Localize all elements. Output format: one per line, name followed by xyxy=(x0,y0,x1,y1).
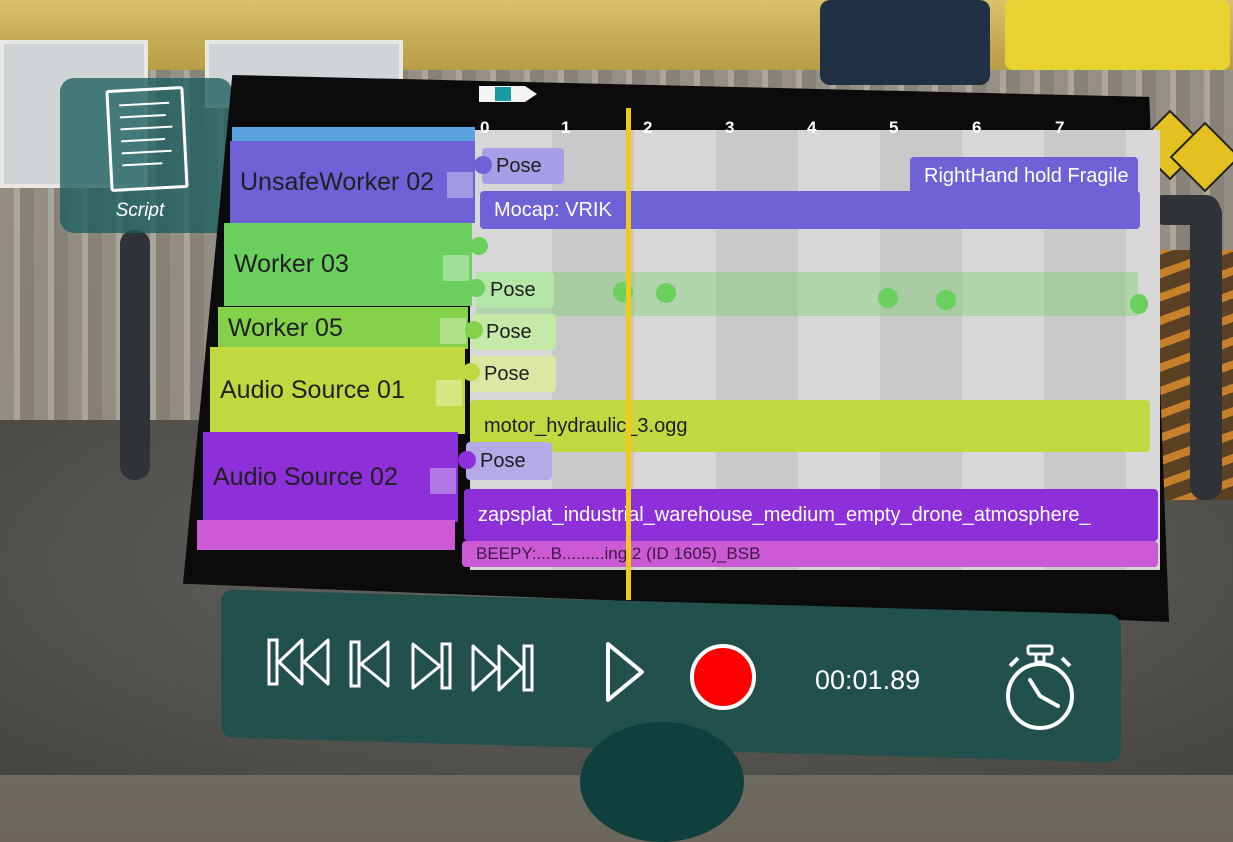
track-label-unsafeworker02[interactable]: UnsafeWorker 02 xyxy=(230,141,475,223)
worker03-pose-track[interactable] xyxy=(476,272,1138,316)
ruler-tick: 0 xyxy=(480,118,490,137)
track-handle[interactable] xyxy=(443,255,469,281)
audio-clip[interactable]: motor_hydraulic_3.ogg xyxy=(470,400,1150,452)
stopwatch-button[interactable] xyxy=(1002,644,1078,736)
skip-to-end-icon xyxy=(471,644,534,692)
barrel xyxy=(1005,0,1230,70)
keyframe[interactable] xyxy=(936,290,956,310)
ruler-tick: 6 xyxy=(972,118,982,137)
keyframe[interactable] xyxy=(474,156,492,174)
record-button[interactable] xyxy=(689,643,757,711)
track-label-partial[interactable] xyxy=(197,520,455,550)
record-icon xyxy=(690,644,756,710)
ruler-tick: 3 xyxy=(725,118,735,137)
ruler-tick: 7 xyxy=(1055,118,1065,137)
track-label-audiosource01[interactable]: Audio Source 01 xyxy=(210,347,465,434)
track-handle[interactable] xyxy=(436,380,462,406)
barrel xyxy=(820,0,990,85)
track-label-worker05[interactable]: Worker 05 xyxy=(218,307,468,349)
track-label-partial[interactable] xyxy=(232,127,475,141)
keyframe[interactable] xyxy=(878,288,898,308)
ruler-tick: 4 xyxy=(807,118,817,137)
playback-time: 00:01.89 xyxy=(815,665,921,695)
stopwatch-icon xyxy=(1006,644,1074,730)
pose-clip[interactable]: Pose xyxy=(470,356,556,392)
track-label-worker03[interactable]: Worker 03 xyxy=(224,223,472,306)
audio-clip[interactable]: BEEPY:...B.........ing 2 (ID 1605)_BSB xyxy=(462,541,1158,567)
track-handle[interactable] xyxy=(430,468,456,494)
script-icon xyxy=(105,86,189,192)
keyframe[interactable] xyxy=(458,451,476,469)
keyframe[interactable] xyxy=(1130,294,1148,314)
pose-clip[interactable]: Pose xyxy=(482,148,564,184)
hand-menu-dome xyxy=(580,722,744,842)
ruler-tick: 1 xyxy=(561,118,571,137)
righthand-clip[interactable]: RightHand hold Fragile xyxy=(910,157,1138,195)
audio-clip[interactable]: zapsplat_industrial_warehouse_medium_emp… xyxy=(464,489,1158,541)
timeline-scroll-handle[interactable] xyxy=(477,84,539,104)
playhead[interactable] xyxy=(626,108,631,600)
script-button[interactable]: Script xyxy=(60,78,232,233)
script-label: Script xyxy=(115,200,165,221)
track-name: Audio Source 01 xyxy=(220,376,405,404)
railing xyxy=(120,230,150,480)
skip-to-end-button[interactable] xyxy=(469,642,535,694)
track-name: Worker 03 xyxy=(234,250,349,278)
railing xyxy=(1190,200,1222,500)
track-name: Audio Source 02 xyxy=(213,462,398,491)
keyframe[interactable] xyxy=(465,321,483,339)
skip-to-start-icon xyxy=(267,638,330,686)
keyframe[interactable] xyxy=(470,237,488,255)
step-forward-icon xyxy=(411,642,452,690)
track-handle[interactable] xyxy=(447,172,473,198)
keyframe[interactable] xyxy=(467,279,485,297)
step-back-icon xyxy=(349,640,390,688)
skip-to-start-button[interactable] xyxy=(266,636,332,688)
keyframe[interactable] xyxy=(462,363,480,381)
track-label-audiosource02[interactable]: Audio Source 02 xyxy=(203,432,458,522)
mocap-clip[interactable]: Mocap: VRIK xyxy=(480,191,1140,229)
track-handle[interactable] xyxy=(440,318,466,344)
pose-clip[interactable]: Pose xyxy=(466,442,552,480)
pose-clip[interactable]: Pose xyxy=(472,314,556,350)
step-back-button[interactable] xyxy=(348,638,392,690)
keyframe[interactable] xyxy=(656,283,676,303)
step-forward-button[interactable] xyxy=(409,640,453,692)
ruler-tick: 5 xyxy=(889,118,899,137)
play-button[interactable] xyxy=(604,640,646,704)
pose-clip[interactable]: Pose xyxy=(476,272,554,308)
track-name: UnsafeWorker 02 xyxy=(240,167,435,196)
track-name: Worker 05 xyxy=(228,313,343,342)
play-icon xyxy=(606,642,644,702)
ruler-tick: 2 xyxy=(643,118,653,137)
